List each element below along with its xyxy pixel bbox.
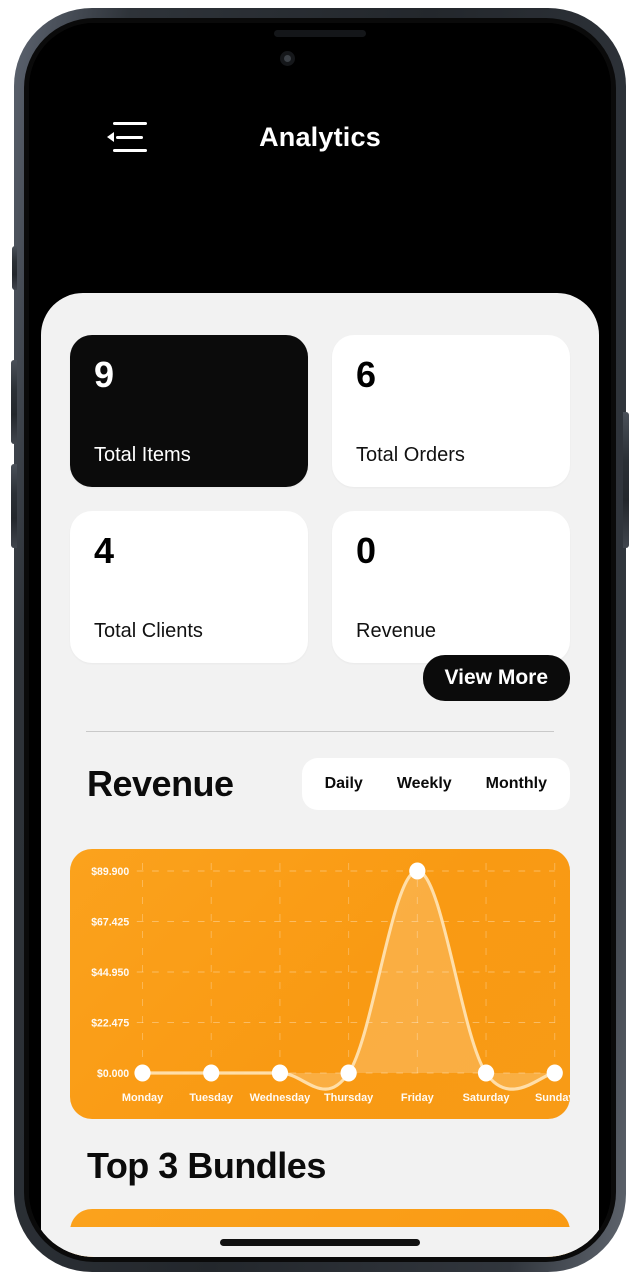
stat-card-total-items[interactable]: 9 Total Items	[70, 335, 308, 487]
stat-value: 9	[94, 354, 115, 395]
power-button[interactable]	[623, 412, 629, 548]
svg-text:$44.950: $44.950	[91, 967, 129, 979]
silent-switch-button[interactable]	[12, 246, 17, 290]
revenue-line-chart: $89.900 $67.425 $44.950 $22.475 $0.000 Monday…	[91, 862, 570, 1104]
svg-text:$67.425: $67.425	[91, 916, 129, 928]
stat-value: 6	[356, 354, 377, 395]
section-divider	[86, 731, 554, 732]
stat-label: Total Orders	[356, 444, 465, 466]
menu-icon-middle-row	[107, 132, 153, 142]
stat-value: 0	[356, 530, 377, 571]
svg-text:$22.475: $22.475	[91, 1017, 129, 1029]
range-segmented-control[interactable]: Daily Weekly Monthly	[301, 758, 570, 810]
svg-text:Tuesday: Tuesday	[189, 1092, 233, 1104]
menu-icon-bar-top	[113, 122, 147, 125]
bundles-title: Top 3 Bundles	[87, 1145, 326, 1186]
view-more-row: View More	[422, 655, 570, 701]
earpiece-speaker	[274, 30, 366, 37]
svg-text:Monday: Monday	[122, 1092, 164, 1104]
tab-daily[interactable]: Daily	[308, 758, 380, 810]
stat-label: Revenue	[356, 620, 437, 642]
revenue-title: Revenue	[87, 763, 234, 804]
chevron-left-icon	[107, 132, 114, 142]
stat-card-total-orders[interactable]: 6 Total Orders	[332, 335, 570, 487]
front-camera-icon	[280, 51, 295, 66]
stat-card-total-clients[interactable]: 4 Total Clients	[70, 511, 308, 663]
stat-value: 4	[94, 530, 115, 571]
menu-collapse-icon[interactable]	[107, 118, 153, 156]
svg-text:$0.000: $0.000	[97, 1068, 129, 1080]
menu-icon-bar-middle	[116, 135, 143, 139]
tab-monthly[interactable]: Monthly	[469, 758, 564, 810]
home-indicator[interactable]	[220, 1238, 420, 1246]
svg-text:Friday: Friday	[401, 1092, 435, 1104]
stat-label: Total Clients	[94, 620, 203, 642]
svg-text:Thursday: Thursday	[324, 1092, 374, 1104]
revenue-section-header: Revenue Daily Weekly Monthly	[87, 756, 570, 812]
revenue-chart-card[interactable]: $89.900 $67.425 $44.950 $22.475 $0.000 Monday…	[70, 849, 570, 1119]
stats-grid: 9 Total Items 6 Total Orders 4 Total Cli…	[70, 335, 570, 663]
volume-down-button[interactable]	[11, 464, 17, 548]
svg-text:Sunday: Sunday	[535, 1092, 570, 1104]
home-indicator-strip	[41, 1227, 599, 1257]
stat-label: Total Items	[94, 444, 191, 466]
stat-card-revenue[interactable]: 0 Revenue	[332, 511, 570, 663]
phone-screen: Analytics 9 Total Items 6 Total Orders 4…	[29, 23, 611, 1257]
svg-text:$89.900: $89.900	[91, 866, 129, 878]
svg-text:Saturday: Saturday	[463, 1092, 511, 1104]
view-more-button[interactable]: View More	[422, 655, 570, 701]
phone-device-frame: Analytics 9 Total Items 6 Total Orders 4…	[11, 8, 629, 1272]
menu-icon-bar-bottom	[113, 149, 147, 152]
tab-weekly[interactable]: Weekly	[380, 758, 469, 810]
app-header: Analytics	[29, 107, 611, 167]
svg-text:Wednesday: Wednesday	[250, 1092, 311, 1104]
phone-bezel: Analytics 9 Total Items 6 Total Orders 4…	[24, 18, 616, 1262]
content-sheet: 9 Total Items 6 Total Orders 4 Total Cli…	[41, 293, 599, 1257]
phone-notch	[222, 23, 418, 85]
volume-up-button[interactable]	[11, 360, 17, 444]
app-root: Analytics 9 Total Items 6 Total Orders 4…	[29, 23, 611, 1257]
